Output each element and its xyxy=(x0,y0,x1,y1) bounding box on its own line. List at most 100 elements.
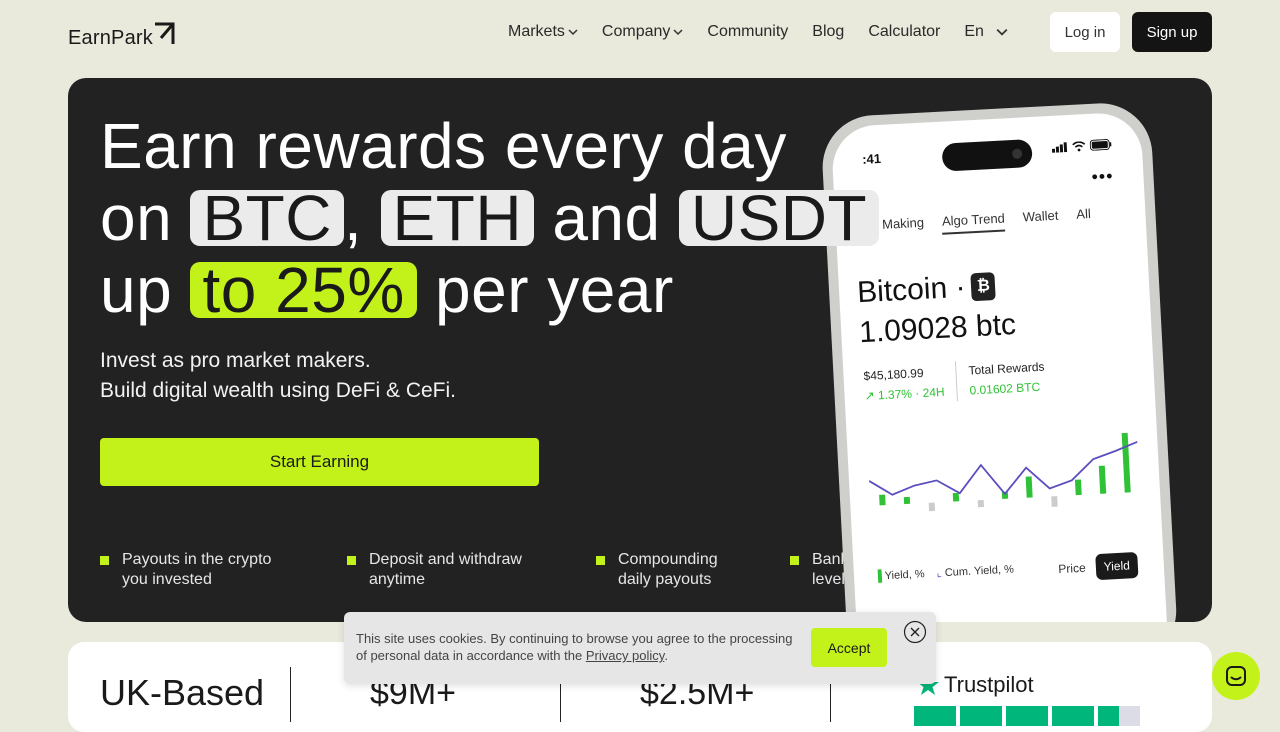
headline-comma: , xyxy=(343,182,363,254)
toggle-price[interactable]: Price xyxy=(1054,555,1091,583)
chart-legend: ▐ Yield, % ⌞ Cum. Yield, % xyxy=(874,562,1014,582)
battery-icon xyxy=(1089,139,1112,151)
nav-community[interactable]: Community xyxy=(707,23,788,41)
headline-line-3: up to 25% per year xyxy=(100,254,879,326)
nav-markets[interactable]: Markets xyxy=(508,23,578,41)
headline-and: and xyxy=(552,182,661,254)
legend-cum: ⌞ Cum. Yield, % xyxy=(936,562,1014,579)
nav-company[interactable]: Company xyxy=(602,23,683,41)
chart-bar xyxy=(977,499,985,508)
uk-based-title: UK-Based xyxy=(100,672,265,713)
nav-blog[interactable]: Blog xyxy=(812,23,844,41)
bullet-icon xyxy=(347,556,356,565)
feature-text: Payouts in the crypto you invested xyxy=(122,551,272,588)
divider xyxy=(955,361,959,402)
nav-community-label: Community xyxy=(707,23,789,40)
cookie-message: This site uses cookies. By continuing to… xyxy=(356,631,793,663)
bullet-icon xyxy=(100,556,109,565)
chart-bar xyxy=(952,492,960,502)
chevron-down-icon xyxy=(673,29,683,36)
nav-calculator[interactable]: Calculator xyxy=(868,23,940,41)
bar-legend-icon: ▐ xyxy=(873,569,886,583)
bullet-icon xyxy=(596,556,605,565)
subtitle-line-1: Invest as pro market makers. xyxy=(100,349,371,372)
yield-chart xyxy=(868,432,1138,512)
rating-star-icon xyxy=(914,706,956,726)
headline-up: up xyxy=(100,254,173,326)
hero-headline: Earn rewards every day on BTC, ETH and U… xyxy=(100,110,880,326)
cookie-text: This site uses cookies. By continuing to… xyxy=(356,630,796,664)
rating-star-icon xyxy=(1098,706,1140,726)
tab-wallet[interactable]: Wallet xyxy=(1022,208,1059,231)
language-label: En xyxy=(964,23,984,40)
price-block: $45,180.99 ↗ 1.37% · 24H xyxy=(863,362,945,406)
privacy-policy-link[interactable]: Privacy policy xyxy=(586,648,665,663)
login-button[interactable]: Log in xyxy=(1050,12,1120,52)
chart-bar xyxy=(1074,479,1082,496)
headline-on: on xyxy=(100,182,173,254)
rewards-value: 0.01602 BTC xyxy=(969,379,1041,398)
chart-bar xyxy=(903,496,911,505)
start-earning-button[interactable]: Start Earning xyxy=(100,438,539,486)
rating-star-icon xyxy=(1052,706,1094,726)
chart-bar xyxy=(1098,465,1107,494)
chart-bar xyxy=(928,502,936,512)
chip-rate: to 25% xyxy=(190,258,417,322)
chart-bar xyxy=(1051,496,1058,507)
toggle-yield[interactable]: Yield xyxy=(1094,551,1139,581)
accept-cookies-button[interactable]: Accept xyxy=(811,628,887,667)
cumulative-yield-line xyxy=(868,441,1138,496)
chat-button[interactable] xyxy=(1212,652,1260,700)
rating-star-icon xyxy=(960,706,1002,726)
headline-line-2: on BTC, ETH and USDT xyxy=(100,182,880,254)
bitcoin-icon: ₿ xyxy=(970,272,997,302)
hero-subtitle: Invest as pro market makers. Build digit… xyxy=(100,346,456,406)
chart-bar xyxy=(1121,432,1131,493)
chip-btc: BTC xyxy=(190,186,344,250)
nav-blog-label: Blog xyxy=(812,23,845,40)
feature-text: Compounding daily payouts xyxy=(618,551,718,588)
price-yield-toggle: Price Yield xyxy=(1054,551,1139,583)
legend-cum-label: Cum. Yield, % xyxy=(944,563,1015,580)
wifi-icon xyxy=(1072,140,1086,151)
feature-item: Compounding daily payouts xyxy=(596,550,748,590)
rating-star-icon xyxy=(1006,706,1048,726)
nav-company-label: Company xyxy=(601,23,671,40)
feature-item: Payouts in the crypto you invested xyxy=(100,550,292,590)
chart-bar xyxy=(879,494,886,506)
cookie-period: . xyxy=(664,648,668,663)
chevron-down-icon xyxy=(996,28,1008,36)
logo[interactable]: EarnPark xyxy=(68,20,177,48)
language-selector[interactable]: En xyxy=(964,23,1008,41)
signup-button[interactable]: Sign up xyxy=(1132,12,1212,52)
trustpilot-label: Trustpilot xyxy=(944,672,1034,697)
logo-mark-icon xyxy=(154,22,175,44)
headline-line-1: Earn rewards every day xyxy=(100,110,787,182)
phone-screen: :41 ••• arket Making Algo Trend Wallet A… xyxy=(830,111,1170,622)
headline-per-year: per year xyxy=(435,254,674,326)
chat-icon xyxy=(1226,666,1246,686)
status-icons xyxy=(1051,139,1112,153)
rewards-block: Total Rewards 0.01602 BTC xyxy=(968,357,1046,401)
chip-eth: ETH xyxy=(380,186,535,250)
subtitle-line-2: Build digital wealth using DeFi & CeFi. xyxy=(100,379,456,402)
trustpilot-stars xyxy=(914,706,1140,726)
hero-section: Earn rewards every day on BTC, ETH and U… xyxy=(68,78,1212,622)
cookie-banner: This site uses cookies. By continuing to… xyxy=(344,612,936,684)
feature-item: Deposit and withdraw anytime xyxy=(347,550,539,590)
chevron-down-icon xyxy=(568,29,578,36)
divider xyxy=(290,667,291,722)
nav-markets-label: Markets xyxy=(508,23,565,40)
price-change: ↗ 1.37% · 24H xyxy=(864,384,945,404)
feature-text: Deposit and withdraw anytime xyxy=(369,551,522,588)
main-nav: Markets Company Community Blog Calculato… xyxy=(508,21,1032,43)
more-menu-icon[interactable]: ••• xyxy=(1091,166,1114,187)
phone-tabs: arket Making Algo Trend Wallet All xyxy=(849,206,1091,240)
tab-all[interactable]: All xyxy=(1076,206,1092,228)
bullet-icon xyxy=(790,556,799,565)
logo-text: EarnPark xyxy=(68,27,153,49)
close-icon[interactable] xyxy=(903,620,927,644)
chip-usdt: USDT xyxy=(678,186,880,250)
tab-algo-trend[interactable]: Algo Trend xyxy=(941,210,1006,235)
legend-yield-label: Yield, % xyxy=(884,567,925,582)
